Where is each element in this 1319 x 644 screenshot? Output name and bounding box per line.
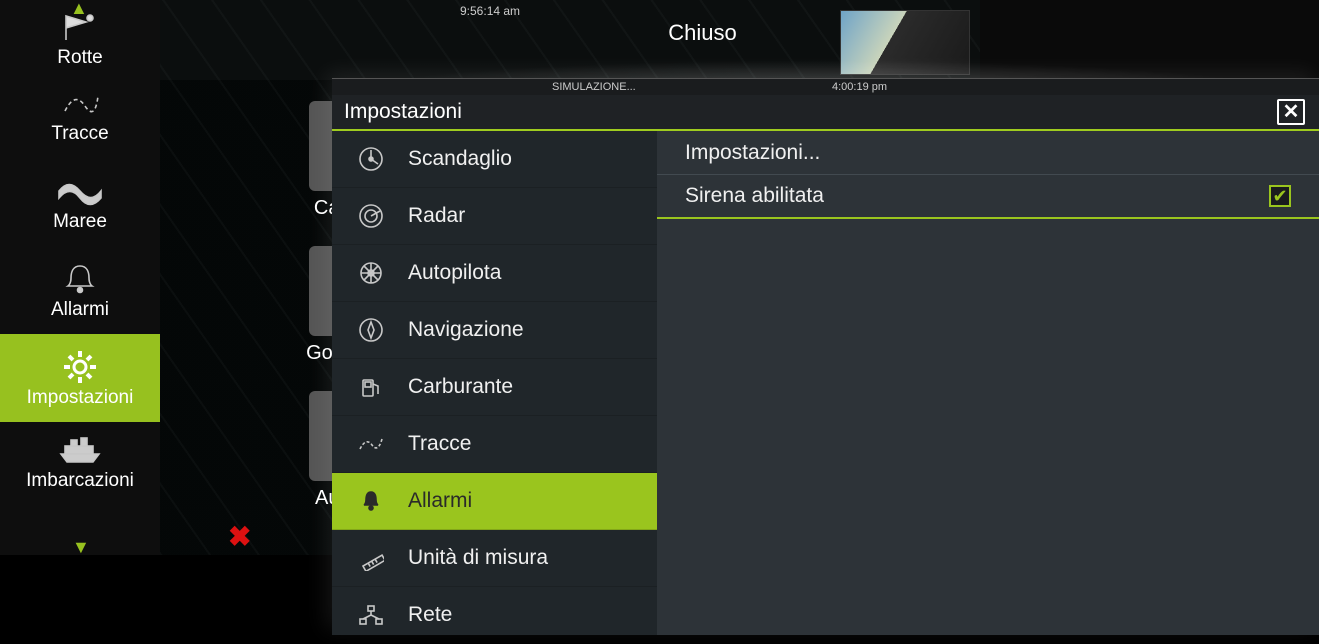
tracks-icon — [356, 435, 386, 453]
settings-row-label: Sirena abilitata — [685, 184, 824, 208]
sidebar-item-label: Imbarcazioni — [26, 470, 134, 492]
settings-content: Impostazioni... Sirena abilitata — [657, 131, 1319, 635]
clock-top: 9:56:14 am — [460, 4, 520, 18]
bell-icon — [63, 259, 97, 299]
dialog-header: Impostazioni ✕ — [332, 95, 1319, 131]
settings-nav-label: Unità di misura — [408, 546, 548, 570]
ship-icon — [57, 430, 103, 470]
wheel-icon — [356, 260, 386, 286]
ruler-icon — [356, 545, 386, 571]
settings-nav-autopilota[interactable]: Autopilota — [332, 245, 657, 302]
settings-nav-label: Scandaglio — [408, 147, 512, 171]
settings-nav: Scandaglio Radar Autopilota Navigazione — [332, 131, 657, 635]
settings-nav-label: Tracce — [408, 432, 471, 456]
radar-icon — [356, 203, 386, 229]
settings-nav-radar[interactable]: Radar — [332, 188, 657, 245]
main-sidebar: ▲ Rotte Tracce Maree Allarmi Impostazion… — [0, 0, 160, 555]
close-red-icon[interactable]: ✖ — [228, 520, 251, 553]
sidebar-item-label: Impostazioni — [27, 387, 134, 409]
simulation-label: SIMULAZIONE... — [552, 81, 636, 93]
settings-nav-label: Radar — [408, 204, 465, 228]
close-icon: ✕ — [1283, 102, 1300, 122]
clock-dialog: 4:00:19 pm — [832, 81, 887, 93]
sidebar-item-label: Tracce — [51, 123, 108, 145]
sidebar-item-label: Rotte — [57, 47, 102, 69]
sidebar-item-rotte[interactable]: Rotte — [0, 0, 160, 70]
flag-route-icon — [60, 7, 100, 47]
bell-icon — [356, 489, 386, 513]
settings-nav-rete[interactable]: Rete — [332, 587, 657, 644]
settings-nav-label: Rete — [408, 603, 452, 627]
sidebar-item-impostazioni[interactable]: Impostazioni — [0, 334, 160, 422]
network-icon — [356, 604, 386, 626]
dialog-status-bar: SIMULAZIONE... 4:00:19 pm — [332, 79, 1319, 95]
sidebar-item-allarmi[interactable]: Allarmi — [0, 246, 160, 334]
settings-nav-tracce[interactable]: Tracce — [332, 416, 657, 473]
settings-nav-carburante[interactable]: Carburante — [332, 359, 657, 416]
tracks-icon — [60, 83, 100, 123]
settings-row-siren[interactable]: Sirena abilitata — [657, 175, 1319, 219]
settings-nav-scandaglio[interactable]: Scandaglio — [332, 131, 657, 188]
sidebar-scroll-down-icon[interactable]: ▼ — [72, 537, 90, 558]
gear-icon — [60, 347, 100, 387]
sidebar-item-label: Maree — [53, 211, 107, 233]
close-button[interactable]: ✕ — [1277, 99, 1305, 125]
sidebar-item-imbarcazioni[interactable]: Imbarcazioni — [0, 422, 160, 500]
settings-nav-label: Carburante — [408, 375, 513, 399]
settings-dialog: SIMULAZIONE... 4:00:19 pm Impostazioni ✕… — [332, 78, 1319, 635]
settings-row-more[interactable]: Impostazioni... — [657, 131, 1319, 175]
settings-row-label: Impostazioni... — [685, 141, 820, 165]
dialog-title: Impostazioni — [344, 100, 462, 124]
settings-nav-label: Allarmi — [408, 489, 472, 513]
page-closed-label: Chiuso — [635, 20, 770, 46]
sidebar-item-label: Allarmi — [51, 299, 109, 321]
sidebar-item-tracce[interactable]: Tracce — [0, 70, 160, 158]
siren-checkbox[interactable] — [1269, 185, 1291, 207]
fuel-icon — [356, 374, 386, 400]
settings-nav-label: Autopilota — [408, 261, 501, 285]
compass-icon — [356, 317, 386, 343]
sidebar-item-maree[interactable]: Maree — [0, 158, 160, 246]
settings-nav-allarmi[interactable]: Allarmi — [332, 473, 657, 530]
settings-nav-navigazione[interactable]: Navigazione — [332, 302, 657, 359]
settings-nav-unita[interactable]: Unità di misura — [332, 530, 657, 587]
settings-nav-label: Navigazione — [408, 318, 524, 342]
dialog-body: Scandaglio Radar Autopilota Navigazione — [332, 131, 1319, 635]
sonar-icon — [356, 146, 386, 172]
wave-icon — [57, 171, 103, 211]
